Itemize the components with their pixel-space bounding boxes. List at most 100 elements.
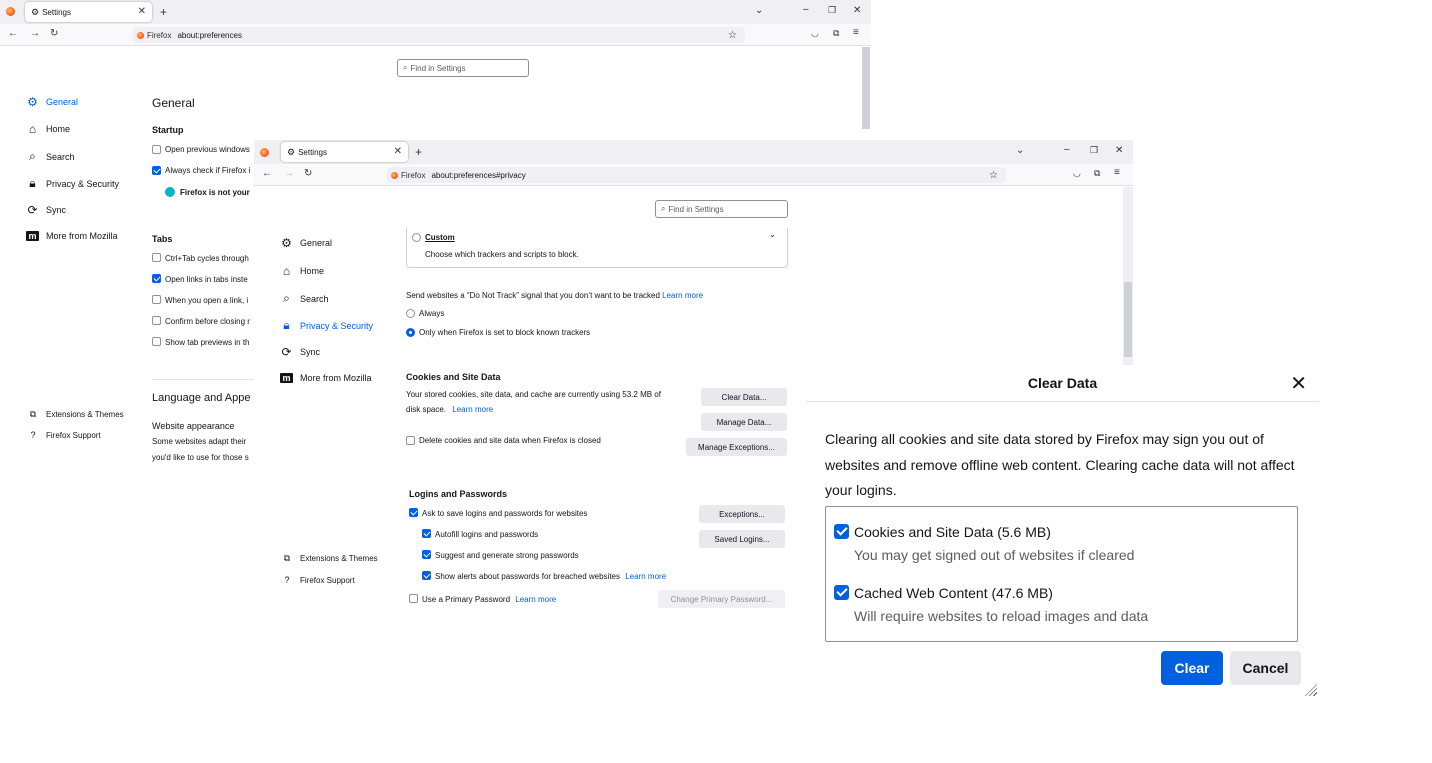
sidebar-item-general[interactable]: ⚙ General — [26, 95, 78, 109]
cancel-button[interactable]: Cancel — [1230, 651, 1301, 685]
pocket-icon[interactable]: ◡ — [1073, 168, 1081, 179]
sidebar-item-general[interactable]: ⚙ General — [280, 236, 332, 250]
sidebar-item-search[interactable]: ⌕ Search — [26, 149, 74, 164]
custom-radio[interactable] — [412, 233, 421, 242]
reload-icon[interactable]: ↻ — [50, 28, 58, 39]
back-icon[interactable]: ← — [262, 168, 272, 179]
resize-grip-icon[interactable] — [1305, 684, 1317, 696]
cookies-learn-more-link[interactable]: Learn more — [452, 405, 493, 414]
primary-password-checkbox[interactable] — [409, 594, 418, 603]
url-text: about:preferences#privacy — [431, 170, 526, 180]
tab-settings[interactable]: ⚙ Settings ✕ — [25, 2, 152, 22]
sidebar-item-extensions[interactable]: ⧉ Extensions & Themes — [27, 409, 124, 420]
saved-logins-button[interactable]: Saved Logins... — [699, 530, 785, 548]
sidebar-item-home[interactable]: ⌂ Home — [280, 264, 324, 278]
autofill-checkbox[interactable] — [422, 529, 431, 538]
find-in-settings-input[interactable]: ⌕ Find in Settings — [397, 59, 529, 77]
scrollbar-thumb[interactable] — [1124, 282, 1132, 357]
tab-previews-label: Show tab previews in th — [165, 338, 250, 347]
close-window-icon[interactable]: ✕ — [1115, 145, 1123, 156]
sidebar-item-extensions[interactable]: ⧉ Extensions & Themes — [281, 553, 378, 564]
cookies-site-data-checkbox[interactable] — [834, 524, 849, 539]
new-tab-icon[interactable]: + — [415, 145, 422, 159]
bookmark-star-icon[interactable]: ☆ — [728, 30, 737, 41]
back-icon[interactable]: ← — [8, 28, 18, 39]
breach-learn-more-link[interactable]: Learn more — [625, 572, 666, 581]
sidebar-item-home[interactable]: ⌂ Home — [26, 122, 70, 136]
url-bar[interactable]: Firefox about:preferences ☆ — [133, 27, 745, 43]
cached-content-checkbox[interactable] — [834, 585, 849, 600]
reload-icon[interactable]: ↻ — [304, 168, 312, 179]
suggest-checkbox[interactable] — [422, 550, 431, 559]
ask-save-checkbox[interactable] — [409, 508, 418, 517]
restore-icon[interactable]: ❐ — [1090, 145, 1098, 156]
list-tabs-icon[interactable]: ⌄ — [755, 5, 763, 16]
ctrl-tab-label: Ctrl+Tab cycles through — [165, 254, 249, 263]
default-check-checkbox[interactable] — [152, 166, 161, 175]
breach-alerts-checkbox[interactable] — [422, 571, 431, 580]
sidebar-item-search[interactable]: ⌕ Search — [280, 291, 328, 306]
close-window-icon[interactable]: ✕ — [853, 5, 861, 16]
sync-icon: ⟳ — [281, 345, 292, 359]
open-links-checkbox[interactable] — [152, 274, 161, 283]
sidebar-item-label: More from Mozilla — [46, 231, 118, 241]
identity-box[interactable]: Firefox — [133, 31, 177, 40]
clear-button[interactable]: Clear — [1161, 651, 1223, 685]
tab-settings[interactable]: ⚙ Settings ✕ — [281, 142, 408, 162]
sidebar-item-privacy[interactable]: 🔒︎ Privacy & Security — [26, 176, 119, 191]
list-tabs-icon[interactable]: ⌄ — [1016, 145, 1024, 156]
tab-previews-checkbox[interactable] — [152, 337, 161, 346]
suggest-label: Suggest and generate strong passwords — [435, 551, 579, 560]
extensions-icon[interactable]: ⧉ — [1094, 168, 1100, 179]
switch-tab-checkbox[interactable] — [152, 295, 161, 304]
pocket-icon[interactable]: ◡ — [811, 28, 819, 39]
forward-icon[interactable]: → — [284, 168, 294, 179]
startup-heading: Startup — [152, 125, 184, 135]
cookies-site-data-label[interactable]: Cookies and Site Data (5.6 MB) — [854, 524, 1051, 540]
dnt-always-radio[interactable] — [406, 309, 415, 318]
confirm-close-checkbox[interactable] — [152, 316, 161, 325]
sidebar-footer-label: Extensions & Themes — [46, 410, 124, 419]
new-tab-icon[interactable]: + — [160, 5, 167, 19]
url-bar[interactable]: Firefox about:preferences#privacy ☆ — [387, 167, 1006, 183]
help-icon: ? — [30, 430, 36, 440]
cached-content-label[interactable]: Cached Web Content (47.6 MB) — [854, 585, 1053, 601]
sidebar-item-support[interactable]: ? Firefox Support — [27, 430, 100, 440]
find-in-settings-input[interactable]: ⌕ Find in Settings — [655, 200, 788, 218]
minimize-icon[interactable]: – — [1064, 144, 1070, 155]
sidebar-footer-label: Extensions & Themes — [300, 554, 378, 563]
sidebar-item-support[interactable]: ? Firefox Support — [281, 575, 354, 585]
scrollbar-thumb[interactable] — [862, 47, 870, 129]
manage-exceptions-button[interactable]: Manage Exceptions... — [686, 438, 787, 456]
identity-box[interactable]: Firefox — [387, 171, 431, 180]
exceptions-button[interactable]: Exceptions... — [699, 505, 785, 523]
primary-learn-more-link[interactable]: Learn more — [515, 595, 556, 604]
sidebar-item-privacy[interactable]: 🔒︎ Privacy & Security — [280, 318, 373, 333]
sidebar-item-mozilla[interactable]: m More from Mozilla — [280, 373, 372, 383]
minimize-icon[interactable]: – — [803, 4, 809, 15]
ctrl-tab-checkbox[interactable] — [152, 253, 161, 262]
forward-icon[interactable]: → — [30, 28, 40, 39]
sidebar-item-sync[interactable]: ⟳ Sync — [26, 203, 66, 217]
menu-icon[interactable]: ≡ — [1114, 167, 1120, 178]
dnt-learn-more-link[interactable]: Learn more — [662, 291, 703, 300]
manage-data-button[interactable]: Manage Data... — [701, 413, 787, 431]
custom-expand-icon[interactable]: ⌄ — [769, 230, 776, 239]
sidebar-item-label: Home — [46, 124, 71, 134]
delete-on-close-checkbox[interactable] — [406, 436, 415, 445]
restore-icon[interactable]: ❐ — [828, 5, 836, 16]
open-previous-checkbox[interactable] — [152, 145, 161, 154]
bookmark-star-icon[interactable]: ☆ — [989, 170, 998, 181]
extensions-icon[interactable]: ⧉ — [833, 28, 839, 39]
custom-protection-card[interactable] — [406, 228, 788, 268]
section-divider — [152, 379, 262, 380]
menu-icon[interactable]: ≡ — [853, 27, 859, 38]
close-icon[interactable]: ✕ — [1290, 371, 1307, 396]
clear-data-button[interactable]: Clear Data... — [701, 388, 787, 406]
dnt-only-radio[interactable] — [406, 328, 415, 337]
sidebar-item-sync[interactable]: ⟳ Sync — [280, 345, 320, 359]
sidebar-item-mozilla[interactable]: m More from Mozilla — [26, 231, 118, 241]
close-tab-icon[interactable]: ✕ — [138, 6, 146, 17]
close-tab-icon[interactable]: ✕ — [394, 146, 402, 157]
primary-password-label: Use a Primary Password — [422, 595, 511, 604]
